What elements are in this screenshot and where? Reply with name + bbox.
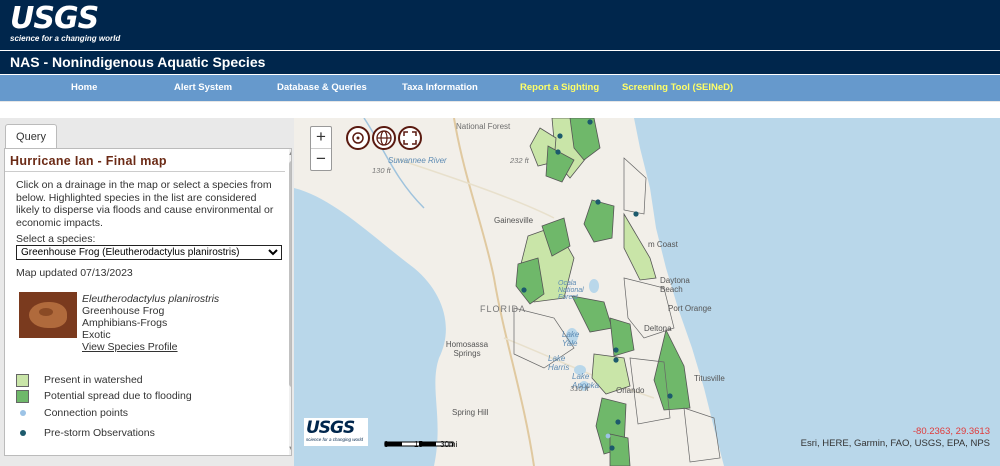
main-nav: Home Alert System Database & Queries Tax… [0,75,1000,102]
zoom-extent-icon [352,132,364,144]
usgs-logo-mark: USGS [10,1,99,36]
legend-label: Connection points [44,407,129,419]
scroll-down-arrow-icon[interactable]: ▼ [288,446,291,452]
map-label-lake-yale: Lake Yale [562,330,580,348]
map-label-daytona-beach: Daytona Beach [660,276,690,294]
fullscreen-icon [403,131,417,145]
legend-dot-observation [20,430,26,436]
species-status: Exotic [82,329,111,341]
nav-home[interactable]: Home [71,82,97,93]
map-label-elev-310: 310 ft [570,384,589,393]
panel-scrollbar-thumb[interactable] [289,161,291,387]
map-canvas [294,118,724,466]
map-attribution: Esri, HERE, Garmin, FAO, USGS, EPA, NPS [800,438,990,449]
site-title[interactable]: NAS - Nonindigenous Aquatic Species [10,54,265,70]
legend-dot-connection [20,410,26,416]
scale-label-30mi: 30mi [440,440,458,449]
panel-title: Hurricane Ian - Final map [10,154,167,168]
map-label-spring-hill: Spring Hill [452,408,489,417]
zoom-in-button[interactable]: + [311,127,331,149]
fullscreen-button[interactable] [398,126,422,150]
usgs-map-logo-mark: USGS [306,418,355,438]
species-common-name: Greenhouse Frog [82,305,165,317]
legend-label: Present in watershed [44,374,143,386]
species-select[interactable]: Greenhouse Frog (Eleutherodactylus plani… [16,245,282,260]
usgs-logo[interactable]: USGS science for a changing world [10,1,121,44]
map-label-suwannee-river: Suwannee River [388,156,447,165]
map-view[interactable]: + − National Forest Suwannee River 232 f… [294,118,1000,466]
panel-description: Click on a drainage in the map or select… [16,179,274,229]
view-species-profile-link[interactable]: View Species Profile [82,341,178,353]
query-panel-content: Hurricane Ian - Final map Click on a dra… [4,148,292,456]
zoom-out-button[interactable]: − [311,149,331,170]
map-coordinates-readout: -80.2363, 29.3613 [912,426,990,437]
species-scientific-name: Eleutherodactylus planirostris [82,293,220,305]
map-label-ocala-forest: Ocala National Forest [558,280,584,301]
map-label-national-forest: National Forest [456,122,511,131]
map-label-elev-130: 130 ft [372,166,391,175]
tab-query[interactable]: Query [5,124,57,149]
map-label-palm-coast: m Coast [648,240,678,249]
species-photo [19,292,77,338]
nav-database-queries[interactable]: Database & Queries [277,82,367,93]
nav-report-sighting[interactable]: Report a Sighting [520,82,599,93]
panel-divider [5,171,285,172]
legend-label: Potential spread due to flooding [44,390,192,402]
nav-spacer [0,102,1000,118]
nav-alert-system[interactable]: Alert System [174,82,232,93]
frog-image-spot [39,308,53,316]
map-label-orlando: Orlando [616,386,645,395]
species-select-label: Select a species: [16,233,96,245]
map-label-titusville: Titusville [694,374,725,383]
globe-icon [376,130,392,146]
map-label-elev-232: 232 ft [510,156,529,165]
zoom-control: + − [310,126,332,171]
species-group: Amphibians-Frogs [82,317,168,329]
zoom-to-extent-button[interactable] [346,126,370,150]
nav-taxa-information[interactable]: Taxa Information [402,82,478,93]
legend-label: Pre-storm Observations [44,427,155,439]
usgs-map-logo-tagline: science for a changing world [306,437,364,442]
map-label-lake-harris: Lake Harris [548,354,570,372]
map-updated-text: Map updated 07/13/2023 [16,267,133,279]
map-scale-bar: 0 15 30mi [384,434,458,449]
map-label-gainesville: Gainesville [494,216,534,225]
map-label-homosassa-springs: Homosassa Springs [445,340,489,358]
legend-swatch-spread [16,390,29,403]
legend-swatch-present [16,374,29,387]
nav-screening-tool[interactable]: Screening Tool (SEINeD) [622,82,733,93]
map-label-florida: FLORIDA [480,304,527,314]
scale-label-0: 0 [384,440,389,449]
map-label-deltona: Deltona [644,324,672,333]
site-title-bar: NAS - Nonindigenous Aquatic Species [0,50,1000,75]
scale-label-15: 15 [414,440,423,449]
usgs-map-logo: USGS science for a changing world [304,418,368,446]
map-label-port-orange: Port Orange [668,304,712,313]
usgs-logo-tagline: science for a changing world [10,34,121,43]
site-header: USGS science for a changing world [0,0,1000,50]
scroll-up-arrow-icon[interactable]: ▲ [288,151,291,157]
basemap-button[interactable] [372,126,396,150]
